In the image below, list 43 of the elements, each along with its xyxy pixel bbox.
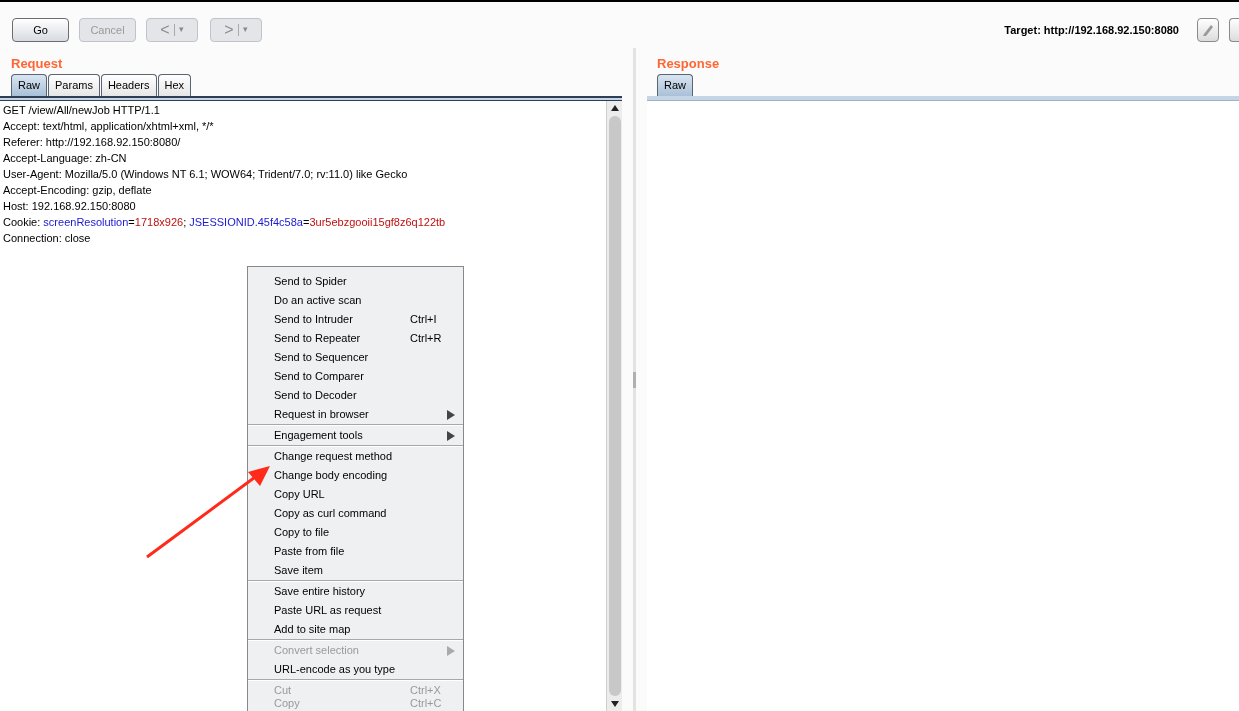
- menu-item[interactable]: Save item: [248, 561, 463, 580]
- scroll-down-icon[interactable]: [610, 701, 619, 707]
- menu-item[interactable]: URL-encode as you type: [248, 660, 463, 679]
- pencil-icon: [1201, 23, 1215, 37]
- response-heading: Response: [656, 55, 721, 73]
- scroll-up-icon[interactable]: [610, 105, 619, 111]
- request-line: User-Agent: Mozilla/5.0 (Windows NT 6.1; WOW64; Trident/7.0; rv:11.0) like Gecko: [3, 167, 408, 182]
- target-label: Target: http://192.168.92.150:8080: [1004, 22, 1179, 38]
- toolbar-button[interactable]: Go: [12, 18, 69, 42]
- splitter-handle[interactable]: [633, 371, 636, 388]
- menu-item[interactable]: Paste URL as request: [248, 601, 463, 620]
- menu-item[interactable]: Copy as curl command: [248, 504, 463, 523]
- menu-item[interactable]: Copy to file: [248, 523, 463, 542]
- request-line: Accept-Language: zh-CN: [3, 151, 127, 166]
- menu-item[interactable]: Change body encoding: [248, 466, 463, 485]
- menu-item[interactable]: Do an active scan: [248, 291, 463, 310]
- request-line: GET /view/All/newJob HTTP/1.1: [3, 103, 160, 118]
- menu-item[interactable]: Send to Spider: [248, 272, 463, 291]
- menu-item[interactable]: Copy URL: [248, 485, 463, 504]
- request-line: Referer: http://192.168.92.150:8080/: [3, 135, 181, 150]
- request-heading: Request: [10, 55, 64, 73]
- request-line: Connection: close: [3, 231, 91, 246]
- menu-item[interactable]: Send to Sequencer: [248, 348, 463, 367]
- menu-item[interactable]: Send to Intruder Ctrl+I: [248, 310, 463, 329]
- menu-item[interactable]: Paste from file: [248, 542, 463, 561]
- menu-item[interactable]: Send to Decoder: [248, 386, 463, 405]
- tab[interactable]: Raw: [11, 74, 47, 96]
- request-line: Accept: text/html, application/xhtml+xml, */*: [3, 119, 214, 134]
- menu-item[interactable]: Change request method: [248, 447, 463, 466]
- request-line: Host: 192.168.92.150:8080: [3, 199, 136, 214]
- menu-item[interactable]: Save entire history: [248, 582, 463, 601]
- tab[interactable]: Hex: [157, 74, 192, 96]
- scrollbar[interactable]: [606, 101, 622, 711]
- request-line: Accept-Encoding: gzip, deflate: [3, 183, 152, 198]
- toolbar-button[interactable]: [1229, 18, 1239, 42]
- tab[interactable]: Raw: [657, 74, 693, 96]
- request-line: Cookie: screenResolution=1718x926; JSESSIONID.45f4c58a=3ur5ebzgooii15gf8z6q122tb: [3, 215, 446, 230]
- menu-item[interactable]: Add to site map: [248, 620, 463, 639]
- edit-button[interactable]: [1197, 18, 1219, 42]
- menu-item[interactable]: Send to Repeater Ctrl+R: [248, 329, 463, 348]
- tab[interactable]: Headers: [100, 74, 157, 96]
- menu-item[interactable]: Send to Comparer: [248, 367, 463, 386]
- tab[interactable]: Params: [48, 74, 100, 96]
